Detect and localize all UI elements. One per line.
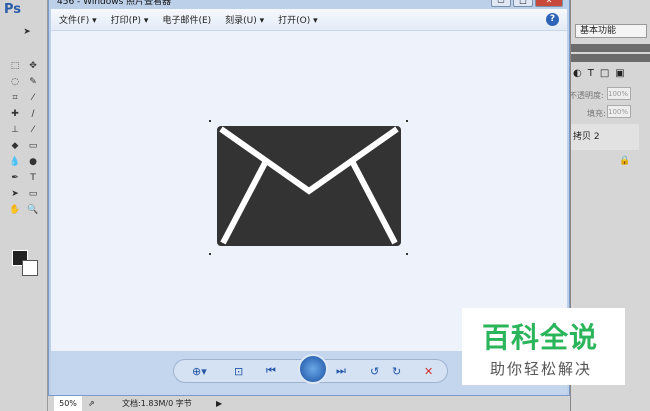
delete-icon[interactable]: ✕ (424, 365, 433, 378)
eraser-icon[interactable]: ◆ (7, 141, 23, 155)
hand-tool-icon[interactable]: ✋ (7, 205, 23, 219)
zoom-icon[interactable]: ⊕▾ (192, 365, 207, 378)
menu-file[interactable]: 文件(F) ▾ (59, 13, 97, 26)
quick-select-icon[interactable]: ✎ (25, 77, 41, 91)
marquee-tool-icon[interactable]: ⬚ (7, 61, 23, 75)
zoom-tool-icon[interactable]: 🔍 (25, 205, 41, 219)
photoshop-toolbox: Ps ➤ ⬚ ✥ ◌ ✎ ⌗ ⁄ ✚ ∕ ⊥ ⁄ ◆ ▭ 💧 ● ✒ T ➤ ▭ ✋ 🔍 (0, 0, 48, 411)
shape-tool-icon[interactable]: ▭ (25, 189, 41, 203)
type-tool-icon[interactable]: T (25, 173, 41, 187)
envelope-image (209, 120, 408, 255)
history-brush-icon[interactable]: ⁄ (25, 125, 41, 139)
dodge-tool-icon[interactable]: ● (25, 157, 41, 171)
brush-tool-icon[interactable]: ∕ (25, 109, 41, 123)
photoshop-logo: Ps (4, 2, 22, 17)
close-button[interactable]: ✕ (535, 0, 563, 7)
status-menu-arrow-icon[interactable]: ▶ (216, 396, 222, 411)
gradient-icon[interactable]: ▭ (25, 141, 41, 155)
opacity-label: 不透明度: (569, 91, 604, 100)
status-bar: 50% ⇗ 文档:1.83M/0 字节 ▶ (48, 396, 570, 411)
pen-tool-icon[interactable]: ✒ (7, 173, 23, 187)
watermark-subtitle: 助你轻松解决 (490, 360, 593, 378)
menu-open[interactable]: 打开(O) ▾ (278, 13, 318, 26)
zoom-level[interactable]: 50% (54, 396, 82, 411)
lock-icon: 🔒 (619, 156, 631, 166)
stamp-tool-icon[interactable]: ⊥ (7, 125, 23, 139)
move-tool-icon[interactable]: ➤ (19, 27, 35, 41)
workspace-select[interactable]: 基本功能 (575, 24, 647, 38)
previous-icon[interactable]: ⏮ (266, 364, 276, 378)
export-icon[interactable]: ⇗ (88, 396, 95, 411)
background-color[interactable] (22, 260, 38, 276)
blur-tool-icon[interactable]: 💧 (7, 157, 23, 171)
crop-tool-icon[interactable]: ⌗ (7, 93, 23, 107)
menu-bar: 文件(F) ▾ 打印(P) ▾ 电子邮件(E) 刻录(U) ▾ 打开(O) ▾ … (51, 9, 567, 31)
layer-row[interactable]: 拷贝 2 (571, 124, 639, 150)
actual-size-icon[interactable]: ⊡ (234, 365, 243, 378)
maximize-button[interactable]: □ (513, 0, 533, 7)
move-icon[interactable]: ✥ (25, 61, 41, 75)
path-select-icon[interactable]: ➤ (7, 189, 23, 203)
lasso-tool-icon[interactable]: ◌ (7, 77, 23, 91)
menu-print[interactable]: 打印(P) ▾ (111, 13, 149, 26)
layer-filter-icons[interactable]: ◐T□▣ (573, 68, 631, 79)
fill-label: 填充: (587, 109, 606, 118)
watermark-title: 百科全说 (482, 321, 599, 354)
minimize-button[interactable]: ▭ (491, 0, 511, 7)
opacity-field[interactable]: 100% (607, 87, 631, 100)
image-canvas (51, 31, 567, 351)
fill-field[interactable]: 100% (607, 105, 631, 118)
healing-brush-icon[interactable]: ✚ (7, 109, 23, 123)
eyedropper-icon[interactable]: ⁄ (25, 93, 41, 107)
rotate-right-icon[interactable]: ↻ (392, 365, 401, 378)
help-icon[interactable]: ? (546, 13, 559, 26)
slideshow-button[interactable] (298, 354, 328, 384)
menu-email[interactable]: 电子邮件(E) (162, 13, 211, 26)
rotate-left-icon[interactable]: ↺ (370, 365, 379, 378)
doc-info: 文档:1.83M/0 字节 (122, 399, 192, 408)
watermark: 百科全说 助你轻松解决 (462, 308, 625, 385)
next-icon[interactable]: ⏭ (336, 364, 346, 378)
menu-burn[interactable]: 刻录(U) ▾ (225, 13, 264, 26)
